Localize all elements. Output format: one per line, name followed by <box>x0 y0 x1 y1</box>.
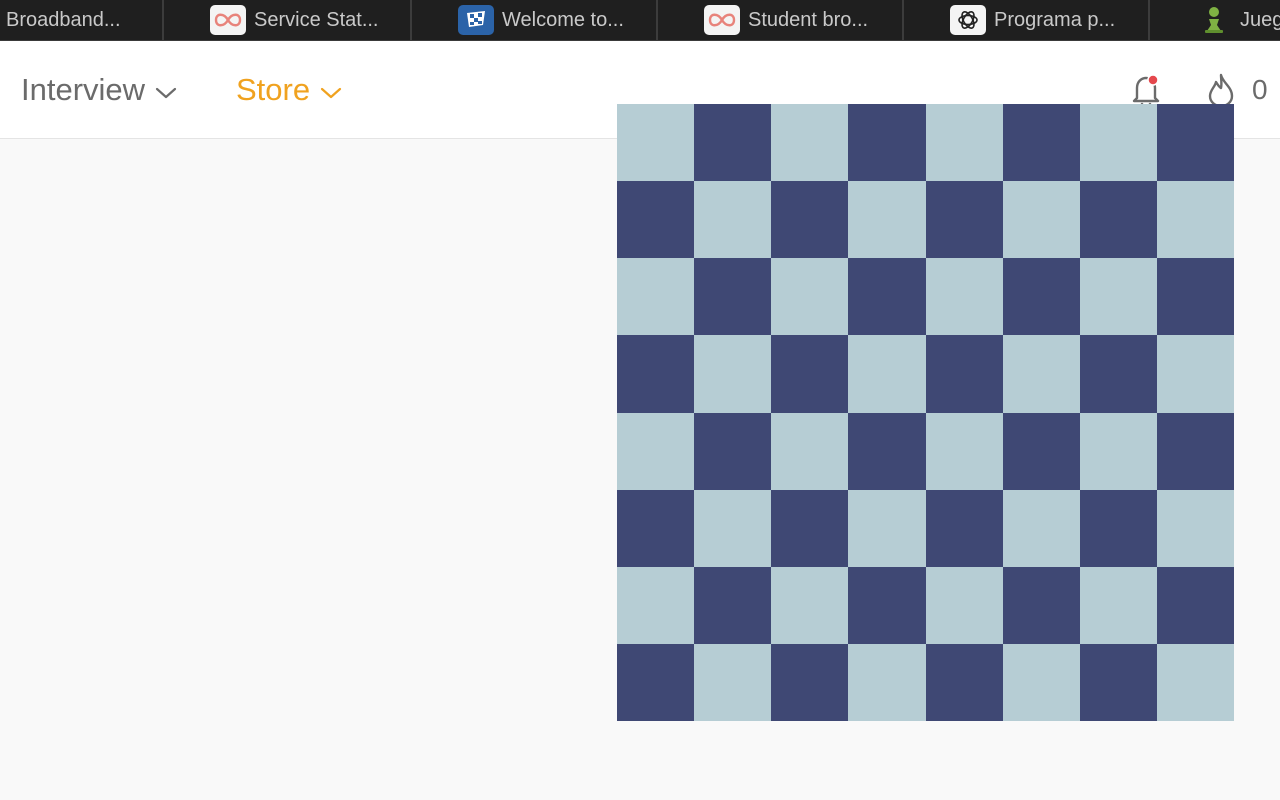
board-square-e4[interactable] <box>925 412 1003 490</box>
board-square-g5[interactable] <box>1079 335 1157 413</box>
board-square-e1[interactable] <box>925 643 1003 721</box>
tab-divider <box>656 0 658 40</box>
nav-store-label: Store <box>236 72 311 107</box>
board-square-b6[interactable] <box>694 258 772 336</box>
tab-label: Student bro... <box>748 8 869 31</box>
streak-count: 0 <box>1252 74 1268 105</box>
browser-tab-3[interactable]: Welcome to... <box>458 0 624 40</box>
board-square-b5[interactable] <box>694 335 772 413</box>
board-square-h5[interactable] <box>1156 335 1234 413</box>
board-square-b7[interactable] <box>694 181 772 259</box>
chevron-down-icon <box>155 72 177 108</box>
board-square-h3[interactable] <box>1156 489 1234 567</box>
board-square-h4[interactable] <box>1156 412 1234 490</box>
board-square-g3[interactable] <box>1079 489 1157 567</box>
board-square-a6[interactable] <box>617 258 695 336</box>
board-square-h7[interactable] <box>1156 181 1234 259</box>
board-square-c5[interactable] <box>771 335 849 413</box>
board-square-b4[interactable] <box>694 412 772 490</box>
board-square-f5[interactable] <box>1002 335 1080 413</box>
checkered-flag-icon <box>458 5 494 35</box>
tab-label: Programa p... <box>994 8 1116 31</box>
browser-tab-6[interactable]: Jueg <box>1196 0 1280 40</box>
infinity-icon <box>210 5 246 35</box>
board-square-c2[interactable] <box>771 566 849 644</box>
browser-tab-strip: Broadband... Service Stat... Welcome to.… <box>0 0 1280 41</box>
board-square-b8[interactable] <box>694 104 772 182</box>
browser-tab-1[interactable]: Broadband... <box>6 0 121 40</box>
board-square-f6[interactable] <box>1002 258 1080 336</box>
board-square-h1[interactable] <box>1156 643 1234 721</box>
board-square-f7[interactable] <box>1002 181 1080 259</box>
nav-interview-label: Interview <box>21 72 146 107</box>
board-square-g7[interactable] <box>1079 181 1157 259</box>
board-square-c4[interactable] <box>771 412 849 490</box>
nav-store-dropdown[interactable]: Store <box>236 72 342 108</box>
board-square-a2[interactable] <box>617 566 695 644</box>
board-square-c6[interactable] <box>771 258 849 336</box>
board-square-a3[interactable] <box>617 489 695 567</box>
tab-divider <box>162 0 164 40</box>
unread-dot <box>1147 74 1159 86</box>
tab-divider <box>410 0 412 40</box>
board-square-e8[interactable] <box>925 104 1003 182</box>
infinity-icon <box>704 5 740 35</box>
tab-label: Welcome to... <box>502 8 624 31</box>
board-square-a1[interactable] <box>617 643 695 721</box>
nav-interview-dropdown[interactable]: Interview <box>21 72 177 108</box>
board-square-g8[interactable] <box>1079 104 1157 182</box>
board-square-d1[interactable] <box>848 643 926 721</box>
board-square-g1[interactable] <box>1079 643 1157 721</box>
board-square-f2[interactable] <box>1002 566 1080 644</box>
board-square-e2[interactable] <box>925 566 1003 644</box>
board-square-d3[interactable] <box>848 489 926 567</box>
board-square-d7[interactable] <box>848 181 926 259</box>
openai-icon <box>950 5 986 35</box>
board-square-e6[interactable] <box>925 258 1003 336</box>
browser-tab-4[interactable]: Student bro... <box>704 0 868 40</box>
board-square-a5[interactable] <box>617 335 695 413</box>
board-square-b3[interactable] <box>694 489 772 567</box>
board-square-a7[interactable] <box>617 181 695 259</box>
board-square-h6[interactable] <box>1156 258 1234 336</box>
board-square-a4[interactable] <box>617 412 695 490</box>
board-square-d6[interactable] <box>848 258 926 336</box>
tab-divider <box>1148 0 1150 40</box>
board-square-f4[interactable] <box>1002 412 1080 490</box>
board-square-b2[interactable] <box>694 566 772 644</box>
board-square-d2[interactable] <box>848 566 926 644</box>
board-square-h8[interactable] <box>1156 104 1234 182</box>
tab-divider <box>902 0 904 40</box>
board-square-c3[interactable] <box>771 489 849 567</box>
board-square-f8[interactable] <box>1002 104 1080 182</box>
board-square-f3[interactable] <box>1002 489 1080 567</box>
board-square-b1[interactable] <box>694 643 772 721</box>
board-square-g6[interactable] <box>1079 258 1157 336</box>
chess-pawn-icon <box>1196 5 1232 35</box>
chevron-down-icon <box>320 72 342 108</box>
board-square-e7[interactable] <box>925 181 1003 259</box>
board-square-h2[interactable] <box>1156 566 1234 644</box>
board-square-c1[interactable] <box>771 643 849 721</box>
board-square-d4[interactable] <box>848 412 926 490</box>
tab-label: Service Stat... <box>254 8 379 31</box>
board-square-f1[interactable] <box>1002 643 1080 721</box>
board-square-e3[interactable] <box>925 489 1003 567</box>
board-square-e5[interactable] <box>925 335 1003 413</box>
board-square-g2[interactable] <box>1079 566 1157 644</box>
board-square-d8[interactable] <box>848 104 926 182</box>
chess-board[interactable] <box>617 104 1234 721</box>
browser-tab-5[interactable]: Programa p... <box>950 0 1115 40</box>
board-square-c8[interactable] <box>771 104 849 182</box>
board-square-d5[interactable] <box>848 335 926 413</box>
board-square-c7[interactable] <box>771 181 849 259</box>
browser-tab-2[interactable]: Service Stat... <box>210 0 379 40</box>
board-square-g4[interactable] <box>1079 412 1157 490</box>
tab-label: Broadband... <box>6 8 121 31</box>
tab-label: Jueg <box>1240 8 1280 31</box>
board-square-a8[interactable] <box>617 104 695 182</box>
